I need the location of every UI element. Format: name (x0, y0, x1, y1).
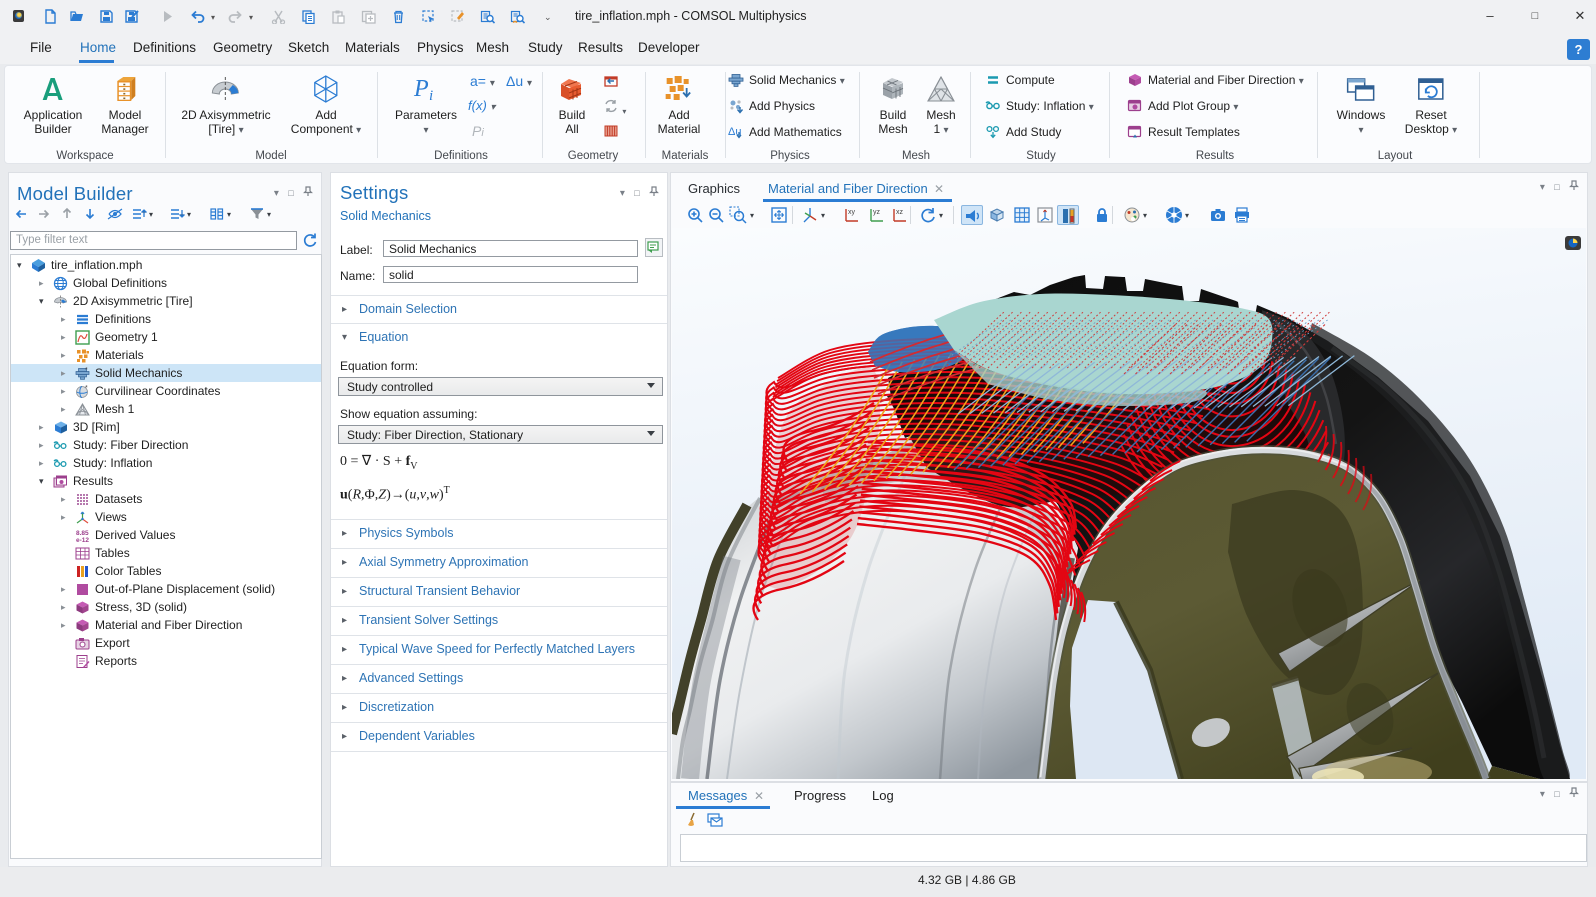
svg-text:P: P (413, 76, 429, 102)
svg-text:i: i (429, 88, 433, 104)
svg-text:xz: xz (896, 209, 904, 216)
svg-text:*: * (85, 385, 88, 392)
svg-text:xy: xy (848, 209, 856, 216)
svg-text:e-12: e-12 (76, 537, 89, 543)
svg-text:*: * (85, 367, 88, 374)
svg-text:yz: yz (873, 209, 881, 216)
svg-text:8.85: 8.85 (76, 530, 89, 537)
